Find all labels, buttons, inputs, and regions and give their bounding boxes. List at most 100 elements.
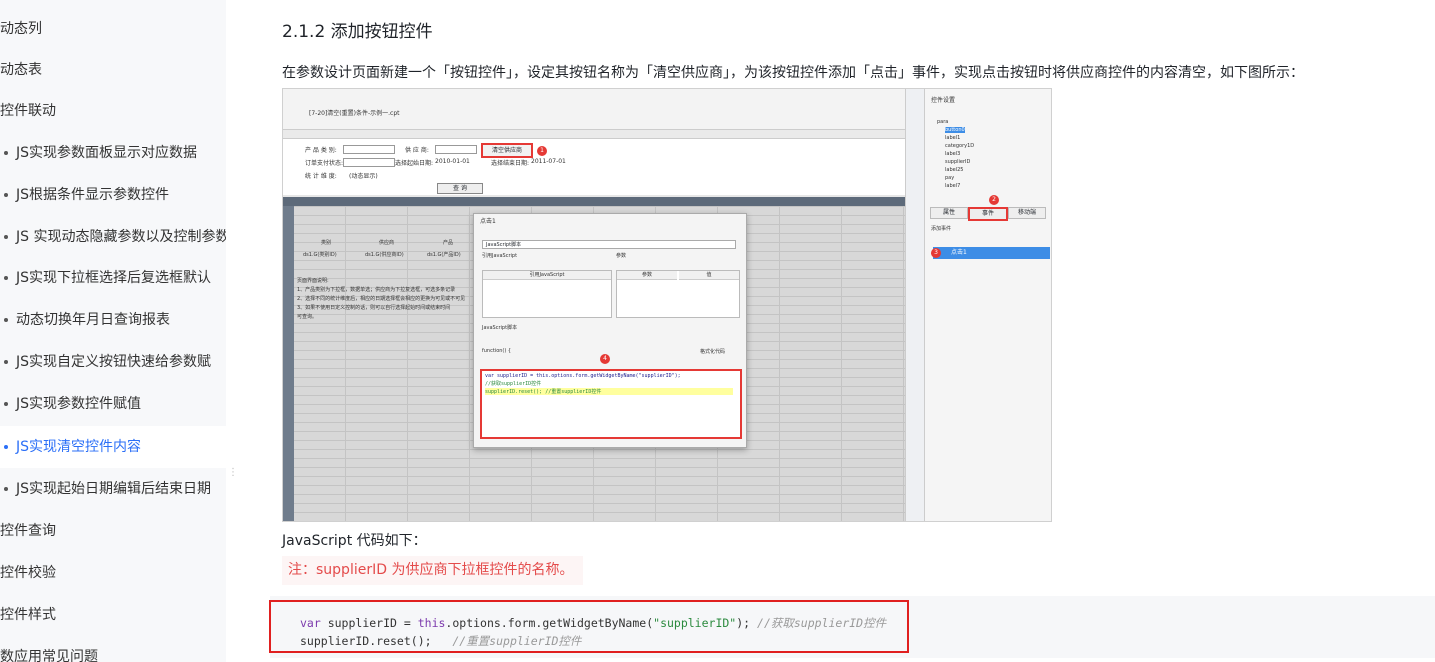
widget-tree-node: supplierID: [945, 159, 971, 165]
code-text: .options.form.getWidgetByName(: [445, 616, 654, 630]
sidebar-item[interactable]: JS实现参数控件赋值: [0, 383, 226, 425]
sidebar-item-label: JS实现参数控件赋值: [16, 396, 142, 412]
dialog-function-signature: function() {: [482, 348, 512, 354]
sidebar-item-label: JS实现起始日期编辑后结束日期: [16, 481, 212, 497]
param-label-end-date: 选择结束日期:: [491, 160, 530, 167]
sidebar-item-label: JS实现自定义按钮快速给参数赋: [16, 354, 212, 370]
tab-attributes: 属性: [930, 207, 968, 219]
widget-tree-node: label3: [945, 151, 961, 157]
sidebar-item-label: JS实现清空控件内容: [16, 439, 142, 455]
dialog-value-col: 值: [679, 271, 739, 280]
sidebar-item-label: 控件查询: [0, 523, 56, 539]
sidebar-item-label: 动态表: [0, 62, 42, 78]
grid-note-1: 1、产品类别为下拉框，数据单选；供应商为下拉复选框，可选多条记录: [297, 287, 456, 293]
bullet-icon: [4, 445, 8, 449]
widget-tree-node: para: [937, 119, 949, 125]
sidebar-item[interactable]: JS实现起始日期编辑后结束日期: [0, 468, 226, 510]
param-input-supplier: [435, 145, 477, 154]
tab-mobile: 移动端: [1008, 207, 1046, 219]
add-event-label: 添加事件: [931, 226, 952, 232]
code-comment: //获取supplierID控件: [757, 616, 887, 630]
event-item-click: 点击1: [933, 247, 1050, 259]
dialog-params-label: 参数: [616, 253, 627, 259]
sidebar-item-label: 控件校验: [0, 565, 56, 581]
code-keyword-var: var: [300, 616, 321, 630]
code-text: supplierID =: [320, 616, 418, 630]
dialog-ref-js-table: 引用JavaScript: [482, 270, 612, 318]
sidebar-item-label: 动态切换年月日查询报表: [16, 312, 170, 328]
grid-cell-supplier: 供应商: [379, 240, 395, 246]
grid-cell-ds-supplier: ds1.G(供应商ID): [365, 252, 404, 258]
note-callout: 注：supplierID 为供应商下拉框控件的名称。: [282, 556, 584, 585]
sidebar-item[interactable]: 控件样式: [0, 594, 226, 636]
sidebar-item[interactable]: 控件联动: [0, 90, 226, 132]
step-badge-2: 2: [989, 195, 999, 205]
bullet-icon: [4, 360, 8, 364]
dialog-code-line-2: //获取supplierID控件: [485, 381, 542, 387]
widget-settings-title: 控件设置: [931, 97, 956, 104]
grid-note-2: 2、选择不同的统计维度后，相应的日期选择框会相应的更换为可见或不可见: [297, 296, 466, 302]
sidebar-item-label: 控件样式: [0, 607, 56, 623]
sidebar-item[interactable]: 动态切换年月日查询报表: [0, 299, 226, 341]
dialog-ref-js-label: 引用JavaScript: [482, 253, 518, 259]
designer-side-icons: [905, 89, 924, 521]
bullet-icon: [4, 276, 8, 280]
sidebar-item[interactable]: 动态列: [0, 8, 226, 50]
widget-settings-tabs: 属性 事件 移动端: [928, 207, 1050, 221]
sidebar-item[interactable]: JS根据条件显示参数控件: [0, 174, 226, 216]
grid-notes-title: 页面界面说明:: [297, 278, 329, 284]
dialog-script-label: JavaScript脚本: [482, 325, 518, 331]
clear-supplier-button-highlight: 清空供应商: [481, 143, 533, 158]
param-start-date-value: 2010-01-01: [435, 158, 470, 165]
report-row-numbers: [283, 206, 294, 521]
bullet-icon: [4, 402, 8, 406]
widget-settings-panel: 控件设置 para button0 label1 category1D label3 su…: [924, 89, 1051, 521]
sidebar-item-label: 数应用常见问题: [0, 649, 98, 662]
designer-screenshot-figure: [7-20]清空(重置)条件-示例一.cpt 产 品 类 别: 供 应 商: 订…: [282, 88, 1052, 522]
step-badge-4: 4: [600, 354, 610, 364]
sidebar-item[interactable]: JS实现参数面板显示对应数据: [0, 132, 226, 174]
dialog-param-col: 参数: [617, 271, 677, 280]
dialog-code-line-3: supplierID.reset(); //重置supplierID控件: [485, 389, 602, 395]
bullet-icon: [4, 487, 8, 491]
designer-ruler: [283, 130, 923, 139]
code-string: "supplierID": [653, 616, 737, 630]
step-badge-3: 3: [931, 248, 941, 258]
sidebar-item[interactable]: 控件校验: [0, 552, 226, 594]
sidebar-item[interactable]: JS实现自定义按钮快速给参数赋: [0, 341, 226, 383]
dialog-ref-js-col: 引用JavaScript: [483, 271, 611, 280]
sidebar-item[interactable]: JS实现清空控件内容: [0, 426, 226, 468]
param-input-pay: [343, 158, 395, 167]
sidebar-item-label: JS根据条件显示参数控件: [16, 187, 170, 203]
widget-tree-node: label7: [945, 183, 961, 189]
widget-tree-node: category1D: [945, 143, 975, 149]
sidebar-item-label: 动态列: [0, 21, 42, 37]
param-label-category: 产 品 类 别:: [305, 147, 337, 154]
dialog-type-select: JavaScript脚本: [482, 240, 736, 249]
report-grid-header: [283, 197, 923, 206]
sidebar-item-label: JS 实现动态隐藏参数以及控制参数: [16, 229, 226, 245]
dialog-code-editor: var supplierID = this.options.form.getWi…: [480, 369, 742, 439]
dialog-params-table: 参数 值: [616, 270, 740, 318]
sidebar-item[interactable]: JS 实现动态隐藏参数以及控制参数: [0, 216, 226, 258]
widget-tree-node: pay: [945, 175, 955, 181]
js-code-label: JavaScript 代码如下：: [282, 533, 427, 549]
grid-cell-ds-category: ds1.G(类别ID): [303, 252, 337, 258]
sidebar-item[interactable]: 控件查询: [0, 510, 226, 552]
bullet-icon: [4, 235, 8, 239]
param-label-supplier: 供 应 商:: [405, 147, 429, 154]
code-text: supplierID.reset();: [300, 634, 453, 648]
code-keyword-this: this: [417, 616, 446, 630]
sidebar-item[interactable]: 数应用常见问题: [0, 636, 226, 662]
sidebar-item[interactable]: JS实现下拉框选择后复选框默认: [0, 257, 226, 299]
sidebar-item-label: JS实现下拉框选择后复选框默认: [16, 270, 212, 286]
sidebar-item[interactable]: 动态表: [0, 49, 226, 91]
param-input-category: [343, 145, 395, 154]
designer-toolbar: [7-20]清空(重置)条件-示例一.cpt: [283, 89, 923, 130]
widget-tree-node: label25: [945, 167, 964, 173]
dialog-format-code: 格式化代码: [700, 349, 726, 355]
code-text: );: [736, 616, 758, 630]
grid-cell-category: 类别: [321, 240, 332, 246]
code-line-2: supplierID.reset(); //重置supplierID控件: [300, 633, 581, 649]
sidebar-resize-handle[interactable]: ⋮: [228, 468, 238, 490]
